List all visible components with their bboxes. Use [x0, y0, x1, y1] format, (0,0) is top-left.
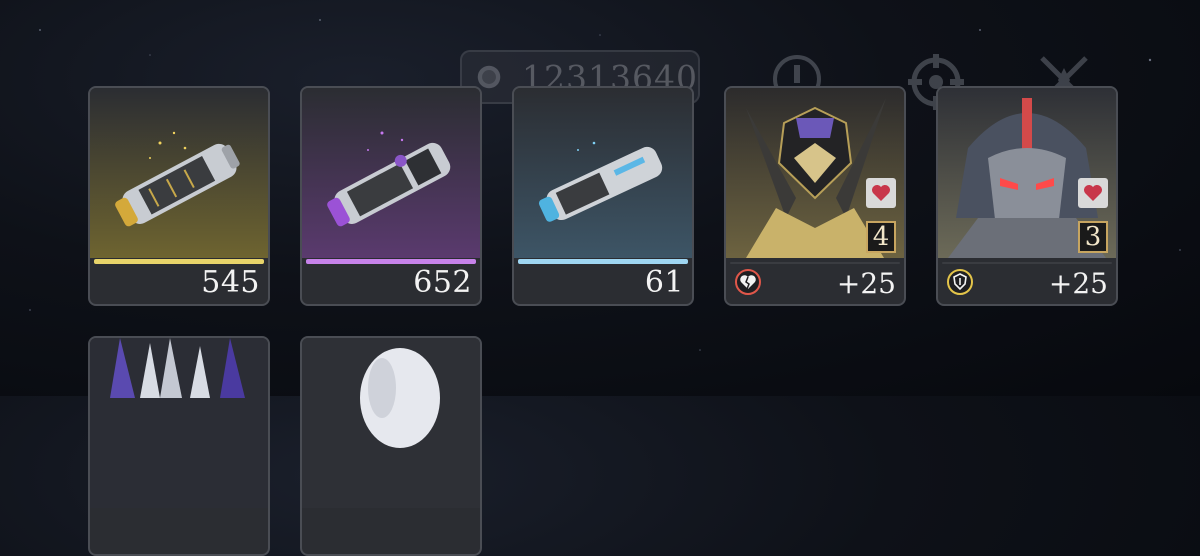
- character-card-partial-2[interactable]: [300, 336, 482, 556]
- item-card-gold-capsule[interactable]: 545: [88, 86, 270, 306]
- bonus-value: +25: [836, 267, 896, 300]
- heart-icon: [1084, 185, 1102, 201]
- gold-capsule-icon: [90, 88, 268, 258]
- character-level: 3: [1078, 221, 1108, 253]
- character-level: 4: [866, 221, 896, 253]
- character-card-partial-1[interactable]: [88, 336, 270, 556]
- crystal-character-portrait: [90, 338, 268, 508]
- bonus-value: +25: [1048, 267, 1108, 300]
- shield-icon: [947, 269, 973, 295]
- heart-badge: [1078, 178, 1108, 208]
- blue-capsule-icon: [514, 88, 692, 258]
- item-count: 652: [413, 265, 472, 300]
- item-count: 61: [644, 265, 684, 300]
- purple-capsule-icon: [302, 88, 480, 258]
- item-card-purple-capsule[interactable]: 652: [300, 86, 482, 306]
- rarity-bar: [518, 259, 688, 264]
- rarity-bar: [94, 259, 264, 264]
- white-hair-character-portrait: [302, 338, 480, 508]
- character-card-silver-mech[interactable]: 3 +25: [936, 86, 1118, 306]
- divider: [730, 262, 900, 264]
- heart-icon: [872, 185, 890, 201]
- rarity-bar: [306, 259, 476, 264]
- item-count: 545: [201, 265, 260, 300]
- broken-heart-icon: [735, 269, 761, 295]
- divider: [942, 262, 1112, 264]
- item-card-blue-capsule[interactable]: 61: [512, 86, 694, 306]
- heart-badge: [866, 178, 896, 208]
- character-card-gold-armored[interactable]: 4 +25: [724, 86, 906, 306]
